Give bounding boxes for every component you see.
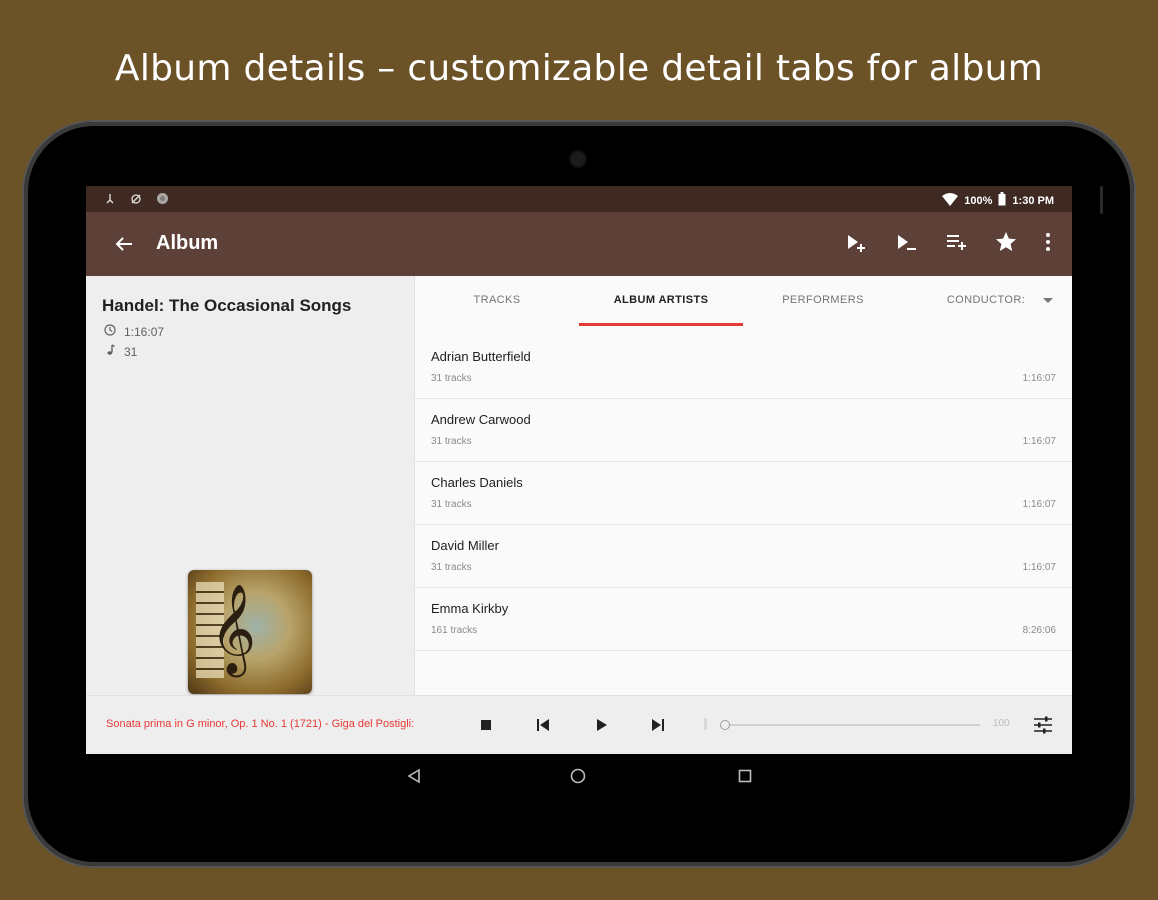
equalizer-icon[interactable] bbox=[1032, 715, 1052, 735]
list-item[interactable]: Adrian Butterfield 31 tracks 1:16:07 bbox=[415, 335, 1072, 399]
side-button bbox=[1100, 186, 1103, 214]
tab-performers[interactable]: PERFORMERS bbox=[767, 294, 879, 306]
album-info-panel: Handel: The Occasional Songs 1:16:07 31 … bbox=[86, 276, 415, 695]
tab-indicator bbox=[579, 323, 743, 326]
status-left-icons bbox=[104, 192, 169, 208]
music-note-icon bbox=[104, 344, 116, 359]
album-duration: 1:16:07 bbox=[124, 324, 165, 339]
artist-duration: 1:16:07 bbox=[1022, 373, 1056, 384]
seek-bar[interactable] bbox=[722, 724, 980, 726]
previous-icon[interactable] bbox=[533, 715, 553, 735]
artist-track-count: 31 tracks bbox=[431, 499, 472, 510]
artist-duration: 8:26:06 bbox=[1022, 625, 1056, 636]
battery-icon bbox=[998, 192, 1006, 209]
artist-track-count: 31 tracks bbox=[431, 562, 472, 573]
album-title: Handel: The Occasional Songs bbox=[102, 296, 352, 315]
artist-name: Charles Daniels bbox=[431, 475, 523, 490]
stop-icon[interactable] bbox=[476, 715, 496, 735]
add-to-queue-icon[interactable] bbox=[844, 230, 868, 254]
now-playing-title[interactable]: Sonata prima in G minor, Op. 1 No. 1 (17… bbox=[106, 718, 448, 730]
nav-home-icon[interactable] bbox=[570, 768, 586, 789]
mini-player: Sonata prima in G minor, Op. 1 No. 1 (17… bbox=[86, 695, 1072, 754]
play-icon[interactable] bbox=[591, 715, 611, 735]
app-status-icon bbox=[156, 192, 169, 208]
album-duration-row: 1:16:07 bbox=[104, 324, 164, 339]
status-bar: 100% 1:30 PM bbox=[86, 186, 1072, 212]
tab-album-artists[interactable]: ALBUM ARTISTS bbox=[595, 294, 727, 306]
notification-icon bbox=[104, 193, 116, 208]
battery-level: 100% bbox=[964, 194, 993, 207]
page-title: Album bbox=[156, 232, 219, 254]
treble-clef-icon: 𝄞 bbox=[210, 584, 257, 674]
artist-track-count: 31 tracks bbox=[431, 373, 472, 384]
app-bar-actions bbox=[844, 230, 1052, 254]
wifi-icon bbox=[942, 192, 959, 209]
nav-back-icon[interactable] bbox=[406, 768, 422, 789]
chevron-down-icon[interactable] bbox=[1043, 298, 1053, 303]
artist-duration: 1:16:07 bbox=[1022, 436, 1056, 447]
headline: Album details – customizable detail tabs… bbox=[114, 48, 1044, 89]
back-arrow-icon[interactable] bbox=[112, 232, 136, 256]
tab-conductor[interactable]: CONDUCTOR: bbox=[941, 294, 1031, 306]
list-item[interactable]: David Miller 31 tracks 1:16:07 bbox=[415, 524, 1072, 588]
artist-name: Adrian Butterfield bbox=[431, 349, 531, 364]
artist-name: Andrew Carwood bbox=[431, 412, 531, 427]
list-item[interactable]: Andrew Carwood 31 tracks 1:16:07 bbox=[415, 398, 1072, 462]
artist-track-count: 161 tracks bbox=[431, 625, 478, 636]
camera-icon bbox=[571, 152, 585, 166]
more-icon[interactable] bbox=[1044, 230, 1052, 254]
artist-track-count: 31 tracks bbox=[431, 436, 472, 447]
clock-time: 1:30 PM bbox=[1012, 194, 1054, 207]
sync-icon bbox=[130, 193, 142, 208]
details-panel: TRACKS ALBUM ARTISTS PERFORMERS CONDUCTO… bbox=[415, 276, 1072, 695]
status-right: 100% 1:30 PM bbox=[942, 192, 1054, 209]
album-cover[interactable]: 𝄞 bbox=[188, 570, 312, 694]
seek-max-label: 100 bbox=[993, 718, 1010, 729]
system-nav-bar bbox=[86, 762, 1072, 792]
detail-tabs: TRACKS ALBUM ARTISTS PERFORMERS CONDUCTO… bbox=[415, 276, 1072, 326]
tab-tracks[interactable]: TRACKS bbox=[455, 294, 539, 306]
seek-handle[interactable] bbox=[720, 720, 730, 730]
play-next-icon[interactable] bbox=[894, 230, 918, 254]
artist-duration: 1:16:07 bbox=[1022, 562, 1056, 573]
screen: 100% 1:30 PM Album Handel: The Occasiona… bbox=[86, 186, 1072, 754]
list-item[interactable]: Emma Kirkby 161 tracks 8:26:06 bbox=[415, 587, 1072, 651]
seek-start-marker bbox=[704, 718, 707, 730]
album-track-count: 31 bbox=[124, 344, 138, 359]
app-bar: Album bbox=[86, 212, 1072, 276]
artist-name: Emma Kirkby bbox=[431, 601, 509, 616]
nav-recents-icon[interactable] bbox=[737, 768, 753, 789]
list-item[interactable]: Charles Daniels 31 tracks 1:16:07 bbox=[415, 461, 1072, 525]
add-to-playlist-icon[interactable] bbox=[944, 230, 968, 254]
album-tracks-row: 31 bbox=[104, 344, 137, 359]
next-icon[interactable] bbox=[648, 715, 668, 735]
artist-duration: 1:16:07 bbox=[1022, 499, 1056, 510]
artist-name: David Miller bbox=[431, 538, 499, 553]
star-icon[interactable] bbox=[994, 230, 1018, 254]
clock-icon bbox=[104, 324, 116, 339]
